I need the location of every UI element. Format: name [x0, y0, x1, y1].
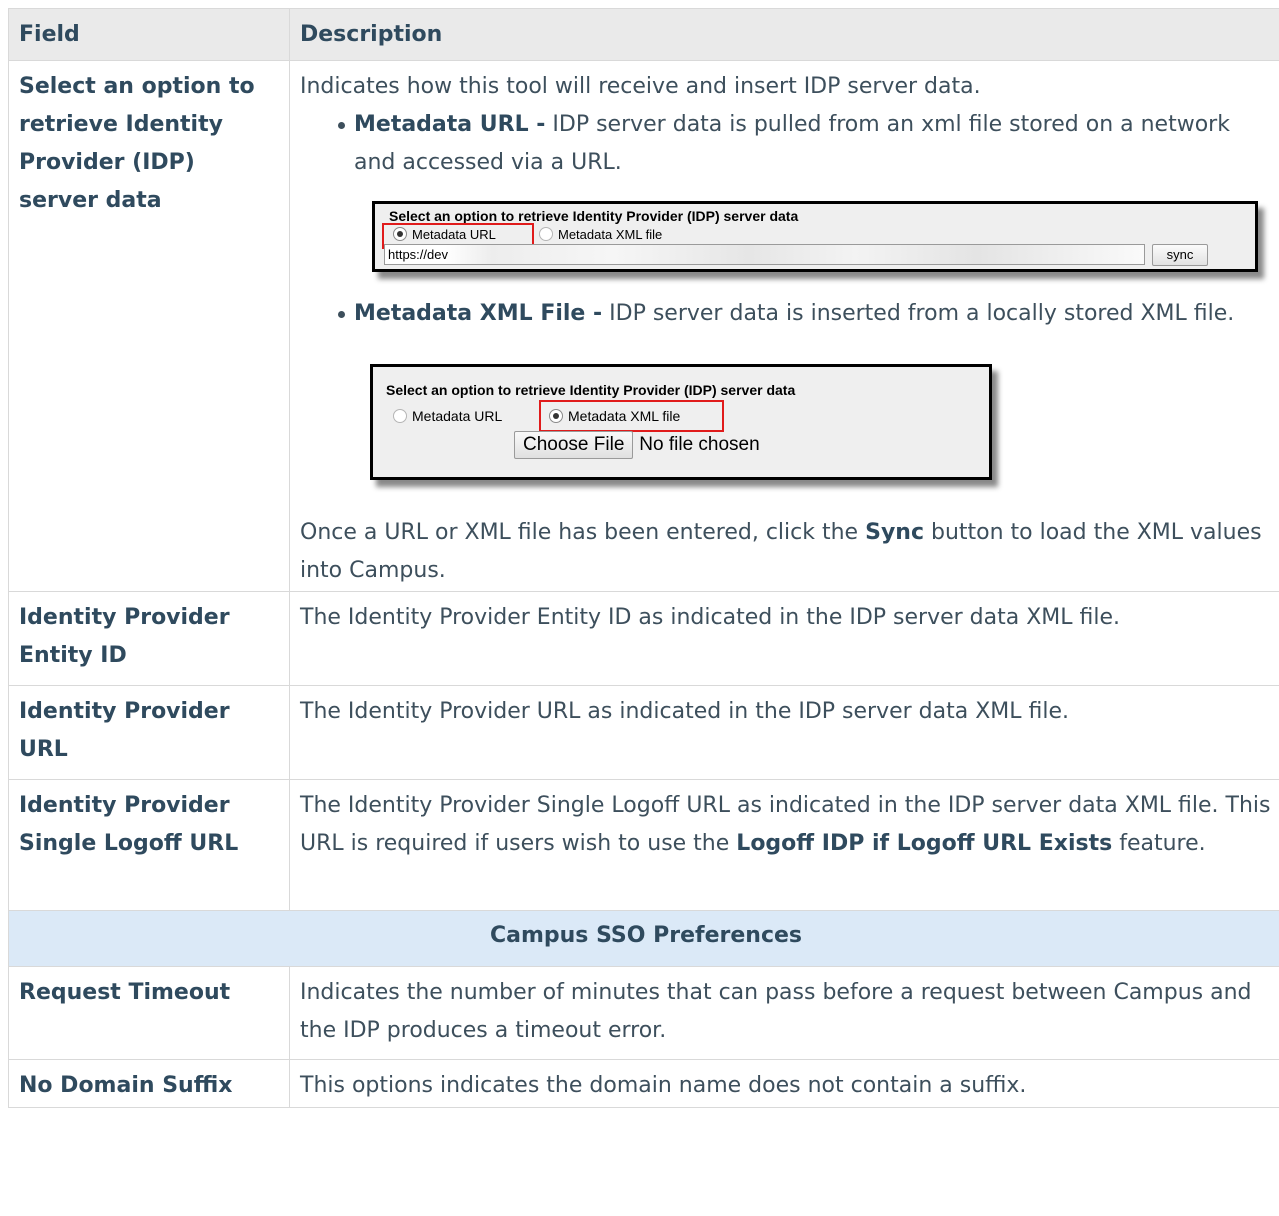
table-header-row: Field Description: [8, 8, 1279, 61]
radio-label: Metadata URL: [412, 408, 503, 424]
description-intro: Indicates how this tool will receive and…: [300, 74, 981, 99]
field-cell: No Domain Suffix: [8, 1059, 290, 1108]
list-item: Metadata XML File - IDP server data is i…: [338, 295, 1273, 333]
bullet-title: Metadata XML File -: [354, 301, 603, 326]
table-row: Identity Provider Single Logoff URL The …: [8, 779, 1279, 911]
sync-emphasis: Sync: [865, 520, 924, 545]
table-row: Select an option to retrieve Identity Pr…: [8, 60, 1279, 592]
field-cell: Request Timeout: [8, 966, 290, 1060]
radio-label: Metadata XML file: [558, 227, 663, 242]
table-row: Request Timeout Indicates the number of …: [8, 966, 1279, 1060]
description-cell: Indicates the number of minutes that can…: [289, 966, 1279, 1060]
file-chooser[interactable]: Choose File No file chosen: [514, 431, 760, 459]
description-outro: Once a URL or XML file has been entered,…: [300, 514, 1273, 591]
choose-file-button[interactable]: Choose File: [514, 431, 634, 459]
section-row: Campus SSO Preferences: [8, 910, 1279, 967]
radio-unselected-icon[interactable]: [539, 227, 553, 241]
description-text: feature.: [1112, 831, 1206, 856]
table-row: No Domain Suffix This options indicates …: [8, 1059, 1279, 1108]
screenshot-title: Select an option to retrieve Identity Pr…: [386, 382, 796, 398]
outro-text: Once a URL or XML file has been entered,…: [300, 520, 866, 545]
radio-option-metadata-url[interactable]: Metadata URL: [393, 407, 502, 425]
radio-option-metadata-xml[interactable]: Metadata XML file: [539, 226, 662, 244]
table-row: Identity Provider Entity ID The Identity…: [8, 591, 1279, 686]
option-list: Metadata XML File - IDP server data is i…: [300, 295, 1273, 333]
metadata-url-screenshot: Select an option to retrieve Identity Pr…: [372, 201, 1258, 272]
radio-selected-icon[interactable]: [393, 227, 407, 241]
metadata-xml-screenshot: Select an option to retrieve Identity Pr…: [370, 364, 992, 480]
field-cell: Identity Provider Entity ID: [8, 591, 290, 686]
description-cell: The Identity Provider URL as indicated i…: [289, 685, 1279, 780]
no-file-label: No file chosen: [639, 434, 760, 455]
field-cell: Identity Provider Single Logoff URL: [8, 779, 290, 911]
radio-option-metadata-url[interactable]: Metadata URL: [393, 226, 496, 244]
description-cell: The Identity Provider Entity ID as indic…: [289, 591, 1279, 686]
radio-unselected-icon[interactable]: [393, 409, 407, 423]
header-field: Field: [8, 8, 290, 61]
metadata-url-input[interactable]: https://dev: [384, 244, 1145, 265]
field-description-table: Field Description Select an option to re…: [8, 8, 1279, 1108]
description-cell: Indicates how this tool will receive and…: [289, 60, 1279, 592]
field-cell: Select an option to retrieve Identity Pr…: [8, 60, 290, 592]
screenshot-title: Select an option to retrieve Identity Pr…: [389, 208, 799, 224]
radio-label: Metadata XML file: [568, 408, 681, 424]
radio-selected-icon[interactable]: [549, 409, 563, 423]
list-item: Metadata URL - IDP server data is pulled…: [338, 106, 1273, 182]
description-cell: The Identity Provider Single Logoff URL …: [289, 779, 1279, 911]
sync-button[interactable]: sync: [1152, 244, 1208, 266]
option-list: Metadata URL - IDP server data is pulled…: [300, 106, 1273, 182]
field-cell: Identity Provider URL: [8, 685, 290, 780]
description-cell: This options indicates the domain name d…: [289, 1059, 1279, 1108]
radio-label: Metadata URL: [412, 227, 496, 242]
section-title: Campus SSO Preferences: [8, 910, 1279, 967]
radio-option-metadata-xml[interactable]: Metadata XML file: [549, 407, 680, 425]
table-row: Identity Provider URL The Identity Provi…: [8, 685, 1279, 780]
bullet-title: Metadata URL -: [354, 112, 546, 137]
bullet-text: IDP server data is inserted from a local…: [602, 301, 1235, 326]
header-description: Description: [289, 8, 1279, 61]
feature-name: Logoff IDP if Logoff URL Exists: [736, 831, 1113, 856]
url-value: https://dev: [388, 247, 448, 262]
